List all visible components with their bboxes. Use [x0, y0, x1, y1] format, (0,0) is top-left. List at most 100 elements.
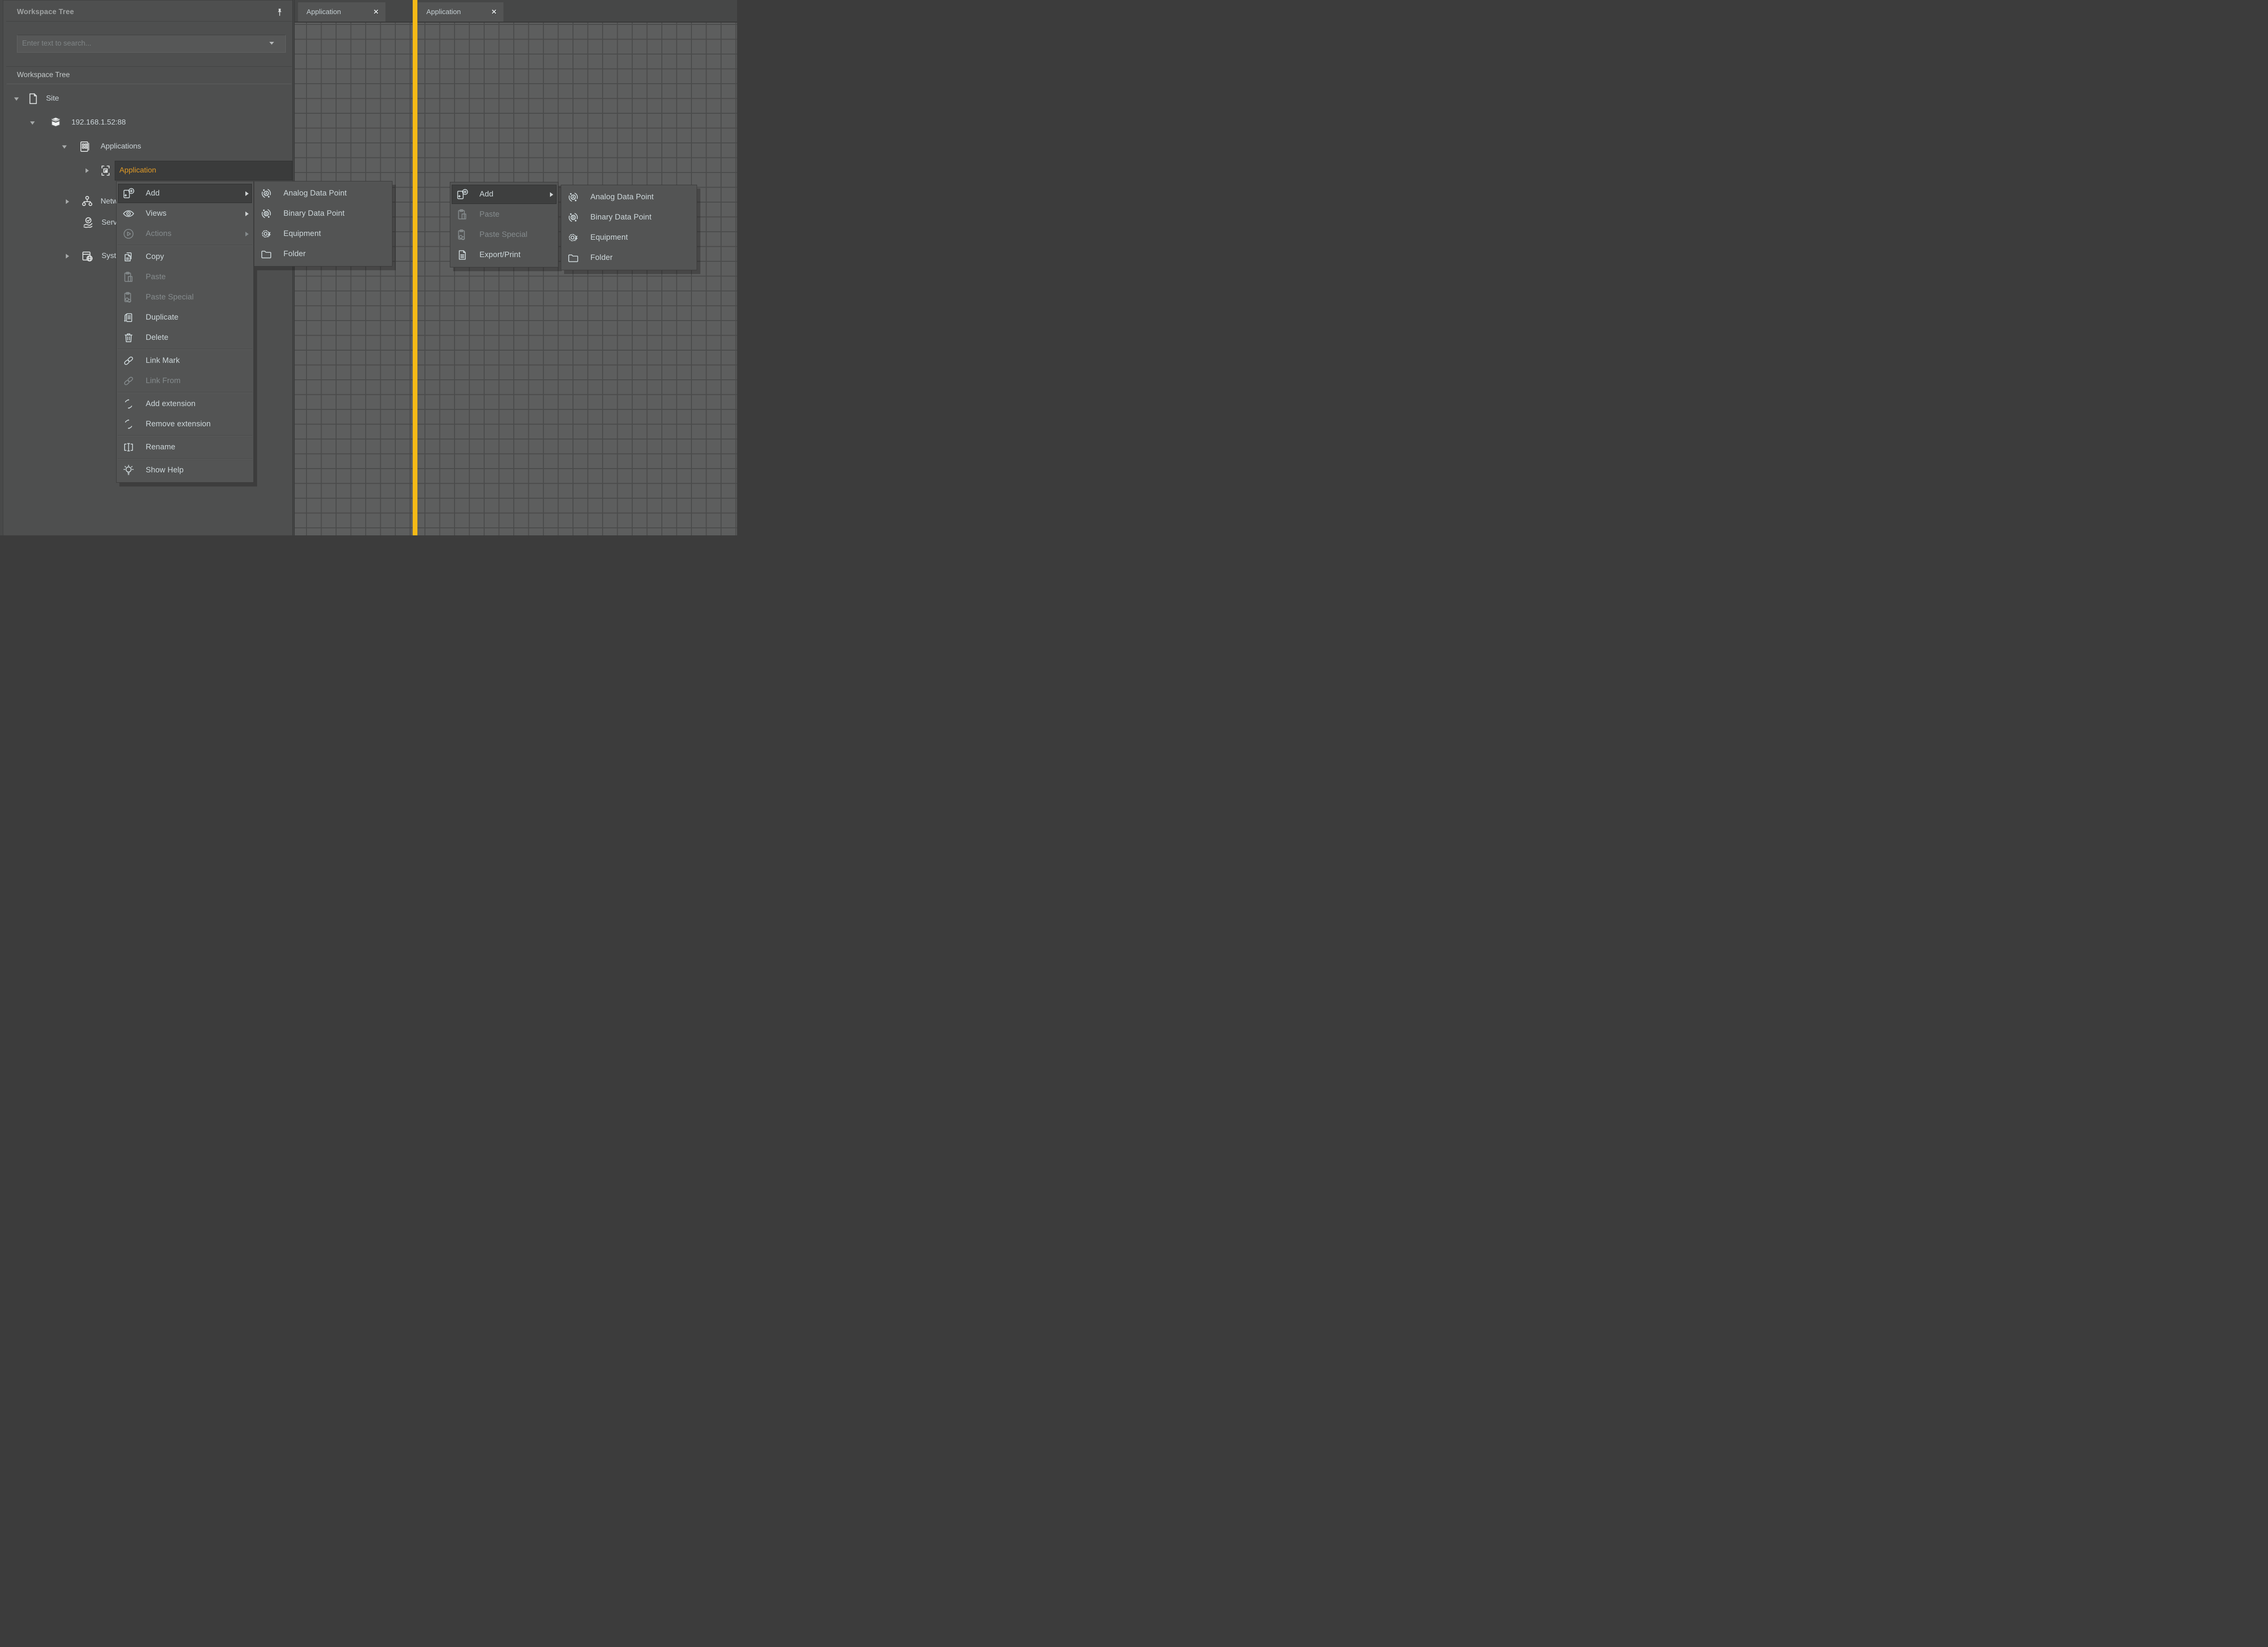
binary-data-point-icon: B [260, 207, 273, 220]
submenu-arrow-icon [550, 192, 553, 197]
menu-item-show-help[interactable]: Show Help [117, 460, 253, 480]
menu-item-label: Binary Data Point [283, 209, 345, 218]
menu-item-add[interactable]: Add [117, 183, 253, 204]
paste-special-icon [456, 228, 469, 241]
site-document-icon [26, 92, 40, 106]
menu-item-equipment[interactable]: Equipment [254, 224, 392, 244]
export-print-icon [456, 249, 469, 261]
tab-application-right[interactable]: Application ✕ [418, 2, 503, 22]
menu-item-views[interactable]: Views [117, 204, 253, 224]
tree-item-label: Application [119, 166, 156, 175]
tab-bar-right: Application ✕ [417, 0, 737, 23]
menu-item-remove-extension[interactable]: Remove extension [117, 414, 253, 434]
menu-item-rename[interactable]: Rename [117, 437, 253, 457]
expand-arrow-icon[interactable] [66, 254, 69, 259]
tree-item-192-168-1-52-88[interactable]: 192.168.1.52:88 [3, 113, 293, 133]
tab-close-icon[interactable]: ✕ [491, 8, 503, 16]
menu-item-folder[interactable]: Folder [561, 248, 697, 268]
collapse-arrow-icon[interactable] [30, 121, 35, 125]
analog-data-point-icon: A [260, 187, 273, 200]
search-dropdown-arrow-icon[interactable] [269, 42, 274, 45]
submenu-arrow-icon [245, 191, 249, 196]
svg-text:A: A [265, 191, 267, 196]
collapse-arrow-icon[interactable] [14, 97, 19, 101]
delete-icon [122, 331, 135, 344]
menu-item-actions: Actions [117, 224, 253, 244]
search-input[interactable] [17, 35, 286, 53]
submenu-arrow-icon [245, 232, 249, 236]
analog-data-point-icon: A [567, 191, 580, 204]
actions-icon [122, 227, 135, 240]
menu-item-label: Folder [590, 253, 612, 262]
paste-icon [122, 271, 135, 283]
right-context-menu: AddPastePaste SpecialExport/Print [450, 182, 558, 267]
tree-item-label: Site [46, 94, 59, 103]
menu-item-paste: Paste [117, 267, 253, 287]
menu-item-label: Actions [146, 229, 172, 238]
folder-icon [260, 248, 273, 260]
svg-text:B: B [265, 211, 267, 216]
right-add-submenu: A Analog Data Point BBinary Data PointEqui… [561, 185, 697, 270]
menu-item-copy[interactable]: Copy [117, 247, 253, 267]
menu-item-add[interactable]: Add [450, 184, 558, 204]
menu-item-analog-data-point[interactable]: A Analog Data Point [561, 187, 697, 207]
application-icon [99, 164, 112, 178]
link-mark-icon [122, 354, 135, 367]
menu-item-add-extension[interactable]: Add extension [117, 394, 253, 414]
tab-application-left[interactable]: Application ✕ [298, 2, 385, 22]
menu-item-paste-special: Paste Special [117, 287, 253, 307]
canvas-grid-right[interactable] [417, 23, 737, 535]
tree-item-applications[interactable]: Applications [3, 137, 293, 157]
left-canvas: Application ✕ [295, 0, 413, 535]
tree-section-header: Workspace Tree [7, 66, 291, 84]
tab-label: Application [298, 8, 341, 16]
menu-item-duplicate[interactable]: Duplicate [117, 307, 253, 328]
menu-item-folder[interactable]: Folder [254, 244, 392, 264]
menu-item-paste: Paste [450, 204, 558, 225]
menu-item-label: Delete [146, 333, 168, 342]
menu-item-export-print[interactable]: Export/Print [450, 245, 558, 265]
binary-data-point-icon: B [567, 211, 580, 224]
menu-item-label: Paste [146, 273, 166, 282]
canvas-grid-left[interactable] [295, 23, 413, 535]
collapse-arrow-icon[interactable] [62, 145, 67, 149]
add-icon [122, 187, 135, 200]
menu-item-label: Remove extension [146, 420, 211, 429]
duplicate-icon [122, 311, 135, 324]
menu-item-label: Copy [146, 252, 164, 261]
panel-header: Workspace Tree [6, 3, 292, 22]
paste-special-icon [122, 291, 135, 304]
menu-item-link-mark[interactable]: Link Mark [117, 351, 253, 371]
menu-item-label: Show Help [146, 466, 184, 475]
paste-icon [456, 208, 469, 221]
menu-item-label: Paste Special [146, 293, 194, 302]
link-from-icon [122, 375, 135, 387]
expand-arrow-icon[interactable] [66, 199, 69, 204]
menu-item-equipment[interactable]: Equipment [561, 227, 697, 248]
tree-item-application[interactable]: Application [3, 161, 293, 180]
applications-icon [78, 140, 92, 154]
menu-item-analog-data-point[interactable]: AAnalog Data Point [254, 183, 392, 204]
pin-icon[interactable] [276, 8, 283, 16]
app-window: Workspace Tree Workspace Tree Site 192.16… [0, 0, 737, 535]
copy-icon [122, 251, 135, 263]
show-help-icon [122, 464, 135, 477]
tree-item-label: 192.168.1.52:88 [71, 118, 126, 127]
tab-close-icon[interactable]: ✕ [373, 8, 385, 16]
server-icon [49, 116, 63, 130]
menu-item-binary-data-point[interactable]: BBinary Data Point [561, 207, 697, 227]
accent-split-divider[interactable] [413, 0, 417, 535]
views-icon [122, 207, 135, 220]
expand-arrow-icon[interactable] [86, 168, 89, 173]
menu-item-label: Rename [146, 443, 175, 452]
add-submenu: AAnalog Data Point B Binary Data Point Equi… [254, 181, 392, 267]
svg-text:B: B [572, 215, 574, 220]
system-icon [80, 250, 94, 263]
menu-item-delete[interactable]: Delete [117, 328, 253, 348]
tree-item-label: Applications [101, 142, 141, 151]
menu-item-binary-data-point[interactable]: B Binary Data Point [254, 204, 392, 224]
equipment-icon [567, 231, 580, 244]
menu-item-link-from: Link From [117, 371, 253, 391]
menu-item-label: Analog Data Point [590, 193, 654, 202]
tree-item-site[interactable]: Site [3, 89, 293, 109]
